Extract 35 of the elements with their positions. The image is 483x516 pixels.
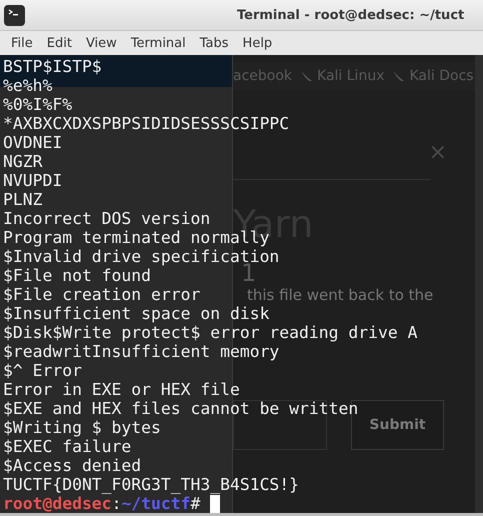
terminal-line: NVUPDI	[3, 171, 62, 190]
prompt-separator: :	[112, 494, 122, 513]
menu-item[interactable]: Tabs	[192, 36, 236, 50]
menu-item[interactable]: Terminal	[124, 36, 193, 50]
terminal-line: Error in EXE or HEX file	[3, 380, 240, 399]
menu-item[interactable]: Help	[236, 36, 280, 50]
terminal-line: $File not found	[3, 266, 152, 285]
terminal-line: %0%I%F%	[3, 95, 72, 114]
terminal-line: $Writing $ bytes	[3, 418, 161, 437]
terminal-line: $^ Error	[3, 361, 82, 380]
menu-item[interactable]: File	[4, 36, 40, 50]
terminal-line: $readwritInsufficient memory	[3, 342, 280, 361]
window-title: Terminal - root@dedsec: ~/tuct	[237, 8, 464, 22]
menu-item[interactable]: View	[78, 36, 124, 50]
terminal-line: $Disk$Write protect$ error reading drive A	[3, 323, 418, 342]
prompt-user-host: root@dedsec	[3, 494, 112, 513]
terminal-line: $Access denied	[3, 456, 142, 475]
prompt-path: ~/tuctf	[121, 494, 191, 513]
terminal-icon[interactable]	[4, 4, 25, 26]
terminal-line: PLNZ	[3, 190, 42, 209]
terminal-line: OVDNEI	[3, 133, 62, 152]
terminal-line: $EXEC failure	[3, 437, 132, 456]
terminal-line: *AXBXCXDXSPBPSIDIDSESSSCSIPPC	[3, 114, 290, 133]
page-text: this file went back to the	[247, 286, 434, 304]
terminal-line: Incorrect DOS version	[3, 209, 210, 228]
terminal-line: TUCTF{D0NT_F0RG3T_TH3_B4S1CS!}	[3, 475, 300, 494]
terminal-line: BSTP$ISTP$	[3, 57, 102, 76]
terminal-line: %e%h%	[3, 76, 52, 95]
prompt-symbol: #	[190, 494, 200, 513]
terminal-line: NGZR	[3, 152, 42, 171]
bookmark-icon	[392, 69, 406, 83]
bookmark-icon	[300, 69, 314, 83]
terminal-line: $Insufficient space on disk	[3, 304, 270, 323]
terminal-line: $File creation error	[3, 285, 200, 304]
menu-item[interactable]: Edit	[40, 36, 79, 50]
